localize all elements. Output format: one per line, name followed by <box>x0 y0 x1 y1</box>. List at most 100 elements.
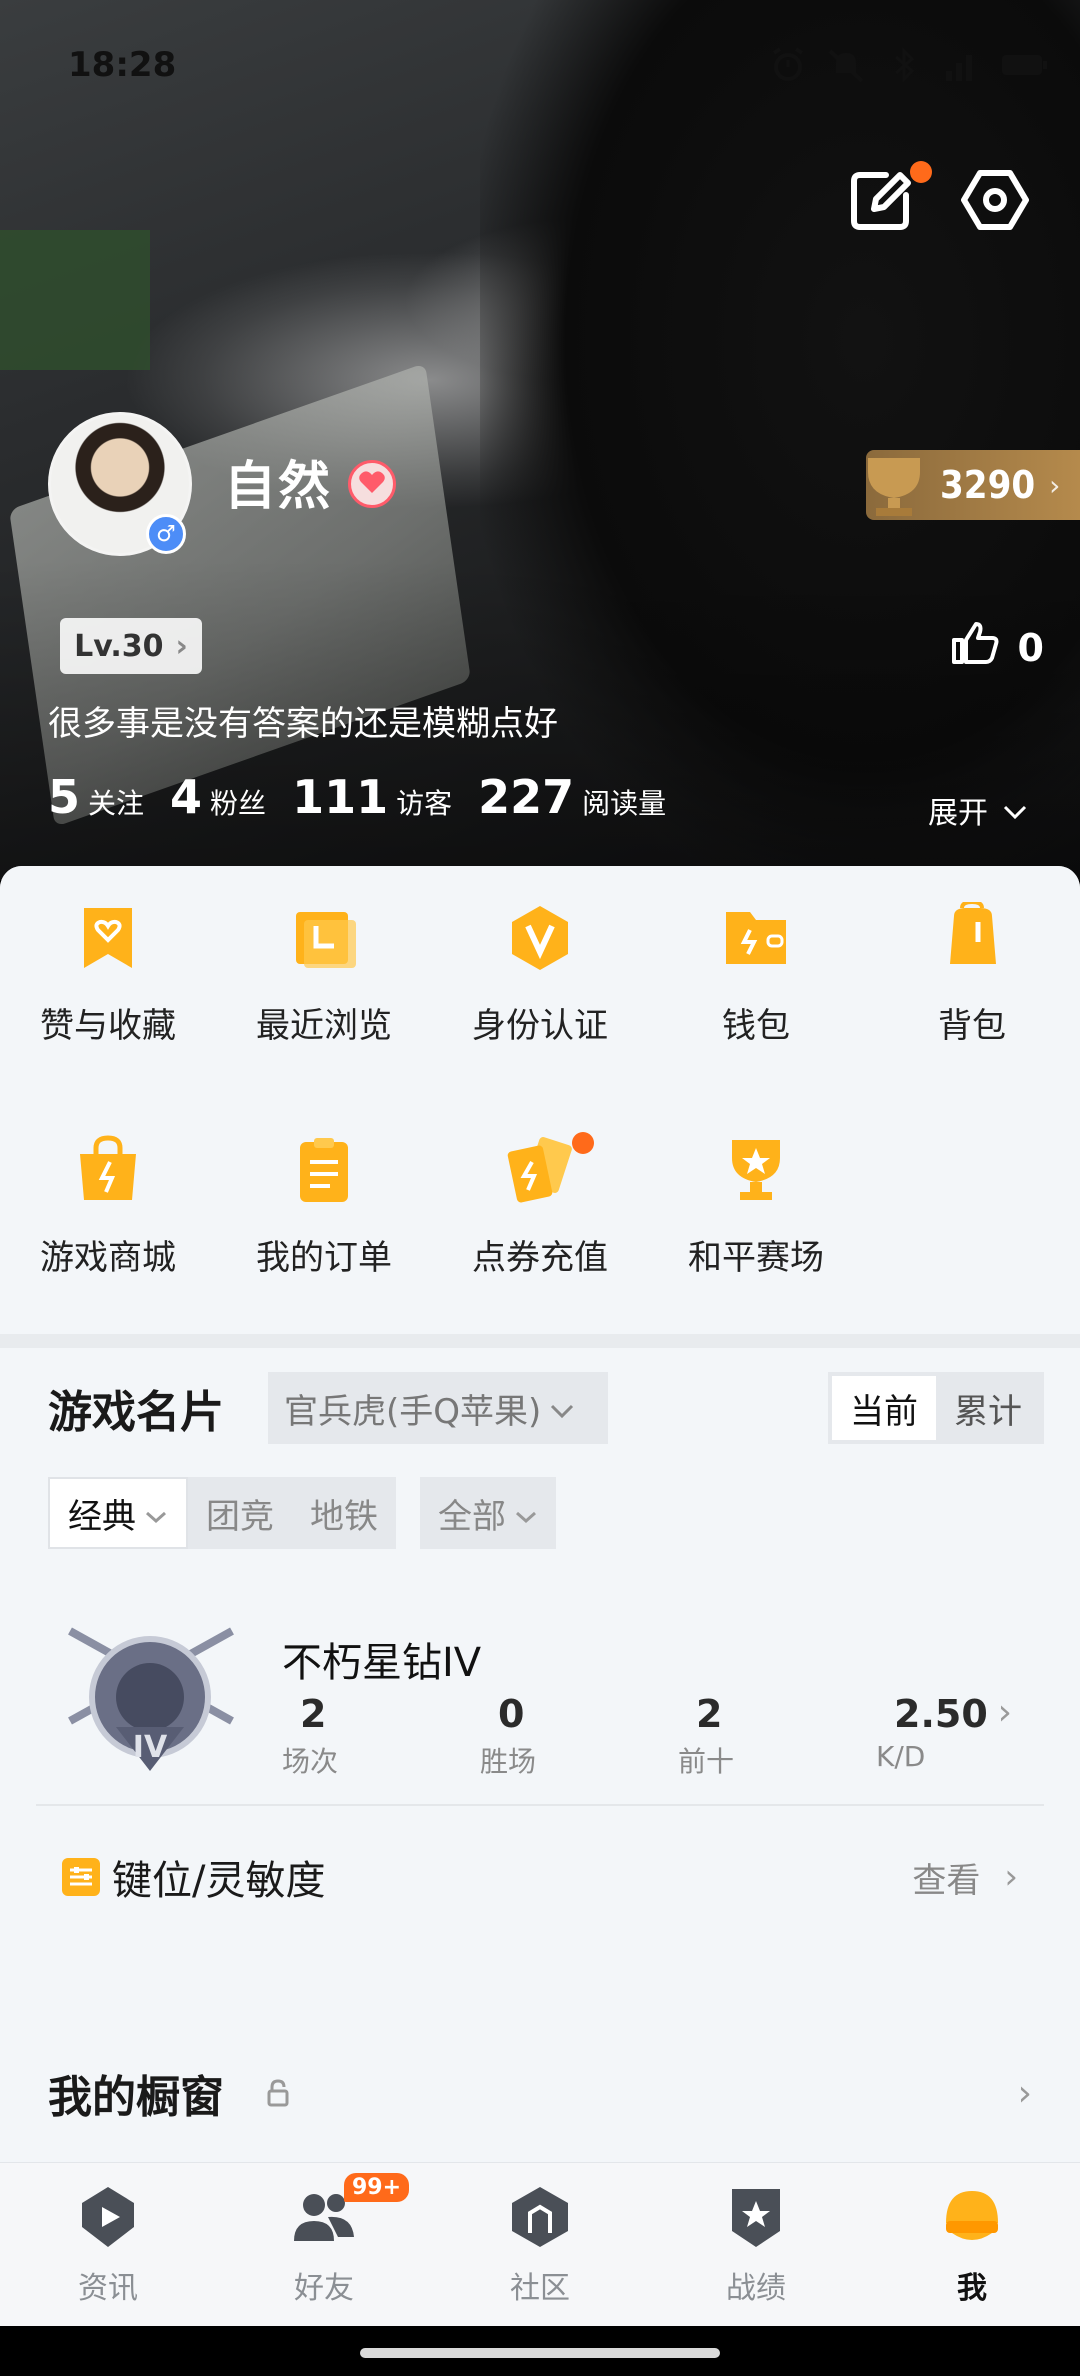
bio-text: 很多事是没有答案的还是模糊点好 <box>48 704 558 744</box>
alarm-icon <box>768 47 808 83</box>
heart-badge[interactable] <box>348 460 396 508</box>
heart-icon <box>358 469 386 499</box>
chevron-right-icon: › <box>1017 2072 1032 2114</box>
settings-hexagon-icon <box>960 170 1030 239</box>
bookmark-heart-icon <box>72 902 144 974</box>
rank-stat-top10: 2 前十 <box>678 1692 735 1778</box>
edit-notification-dot <box>910 161 932 183</box>
menu-likes-favorites[interactable]: 赞与收藏 <box>0 902 216 1134</box>
nickname: 自然 <box>224 457 333 517</box>
filter-team[interactable]: 团竞 <box>188 1477 292 1549</box>
menu-recent-views[interactable]: 最近浏览 <box>216 902 432 1134</box>
chevron-right-icon: › <box>1004 1857 1018 1897</box>
home-indicator[interactable] <box>360 2348 720 2358</box>
rank-name: 不朽星钻IV <box>282 1640 482 1686</box>
shopping-bag-icon <box>72 1134 144 1206</box>
nav-record[interactable]: 战绩 <box>648 2163 864 2326</box>
recharge-notification-dot <box>572 1132 594 1154</box>
toggle-cumulative[interactable]: 累计 <box>936 1376 1040 1440</box>
nav-news[interactable]: 资讯 <box>0 2163 216 2326</box>
filter-metro[interactable]: 地铁 <box>292 1477 396 1549</box>
trophy-score: 3290 <box>940 463 1036 507</box>
my-showcase-row[interactable]: 我的橱窗 › <box>0 2024 1080 2162</box>
background-green-panel <box>0 230 150 370</box>
stat-reads[interactable]: 227 阅读量 <box>478 770 666 824</box>
game-card-title: 游戏名片 <box>48 1387 224 1438</box>
status-bar: 18:28 <box>68 40 1047 90</box>
stat-following[interactable]: 5 关注 <box>48 770 144 824</box>
status-time: 18:28 <box>68 45 177 85</box>
keybind-view-link[interactable]: 查看 <box>912 1853 980 1902</box>
menu-peace-arena[interactable]: 和平赛场 <box>648 1134 864 1366</box>
filter-classic[interactable]: 经典 <box>48 1477 188 1549</box>
community-icon <box>506 2183 574 2251</box>
chevron-right-icon: › <box>997 1692 1012 1733</box>
verified-v-icon <box>504 902 576 974</box>
rank-stat-matches: 2 场次 <box>282 1692 339 1778</box>
filter-scope-all[interactable]: 全部 <box>420 1477 556 1549</box>
svg-text:IV: IV <box>133 1730 168 1765</box>
level-chip[interactable]: Lv.30 › <box>60 618 202 674</box>
recent-folder-icon <box>288 902 360 974</box>
backpack-icon <box>936 899 1008 974</box>
like-count: 0 <box>1017 625 1044 670</box>
friends-badge: 99+ <box>344 2173 410 2202</box>
trophy-icon <box>854 450 934 520</box>
lock-icon <box>266 2079 290 2107</box>
rank-crown-badge-icon: IV <box>56 1611 244 1799</box>
keybind-sliders-icon <box>62 1858 100 1896</box>
chevron-down-icon <box>144 1493 168 1533</box>
rank-stat-wins: 0 胜场 <box>480 1692 537 1778</box>
news-play-icon <box>74 2183 142 2251</box>
main-content: 赞与收藏 最近浏览 身份认证 钱包 背包 游戏商城 我的订单 点券充值 和平赛场… <box>0 866 1080 2162</box>
stat-visitors[interactable]: 111 访客 <box>292 770 452 824</box>
mute-icon <box>826 47 866 83</box>
server-dropdown[interactable]: 官兵虎(手Q苹果) <box>268 1372 608 1444</box>
voucher-cards-icon <box>504 1134 576 1206</box>
settings-button[interactable] <box>960 165 1030 235</box>
feature-grid: 赞与收藏 最近浏览 身份认证 钱包 背包 游戏商城 我的订单 点券充值 和平赛场 <box>0 866 1080 1334</box>
bluetooth-icon <box>884 47 924 83</box>
toggle-current[interactable]: 当前 <box>832 1376 936 1440</box>
rank-stat-kd: 2.50 K/D <box>876 1692 988 1773</box>
like-button[interactable]: 0 <box>950 620 1044 675</box>
game-card-section: 游戏名片 官兵虎(手Q苹果) 当前 累计 经典 团竞 地铁 全部 IV 不朽星钻… <box>0 1348 1080 1948</box>
profile-stats: 5 关注 4 粉丝 111 访客 227 阅读量 <box>48 770 692 824</box>
bottom-navigation: 资讯 99+ 好友 社区 战绩 我 <box>0 2162 1080 2326</box>
menu-backpack[interactable]: 背包 <box>864 899 1080 1134</box>
clipboard-icon <box>288 1134 360 1206</box>
level-text: Lv.30 <box>74 628 164 664</box>
menu-my-orders[interactable]: 我的订单 <box>216 1134 432 1366</box>
battery-icon <box>1000 47 1047 83</box>
showcase-title: 我的橱窗 <box>48 2072 224 2123</box>
period-toggle: 当前 累计 <box>828 1372 1044 1444</box>
chevron-down-icon <box>514 1493 538 1533</box>
chevron-right-icon: › <box>1049 468 1061 502</box>
menu-voucher-recharge[interactable]: 点券充值 <box>432 1132 648 1366</box>
menu-game-store[interactable]: 游戏商城 <box>0 1134 216 1366</box>
edit-icon <box>846 172 916 239</box>
rank-summary-row[interactable]: IV 不朽星钻IV 2 场次 0 胜场 2 前十 2.50 K/D › <box>36 1606 1044 1806</box>
me-helmet-icon <box>938 2183 1006 2251</box>
wallet-icon <box>720 902 792 974</box>
chevron-right-icon: › <box>175 628 188 664</box>
menu-wallet[interactable]: 钱包 <box>648 902 864 1134</box>
record-badge-icon <box>722 2183 790 2251</box>
stat-followers[interactable]: 4 粉丝 <box>170 770 266 824</box>
keybind-label: 键位/灵敏度 <box>112 1858 326 1904</box>
nav-friends[interactable]: 99+ 好友 <box>216 2163 432 2326</box>
trophy-score-button[interactable]: 3290 › <box>866 450 1080 520</box>
thumbs-up-icon <box>950 620 1000 675</box>
nav-community[interactable]: 社区 <box>432 2163 648 2326</box>
signal-icon <box>942 47 982 83</box>
menu-identity-verification[interactable]: 身份认证 <box>432 902 648 1134</box>
expand-button[interactable]: 展开 <box>928 788 1028 832</box>
nav-me[interactable]: 我 <box>864 2163 1080 2326</box>
trophy-star-icon <box>720 1134 792 1206</box>
chevron-down-icon <box>1002 793 1028 828</box>
gender-male-badge: ♂ <box>146 514 186 554</box>
chevron-down-icon <box>549 1388 575 1428</box>
keybind-sensitivity-row[interactable]: 键位/灵敏度 查看 › <box>36 1806 1044 1948</box>
mode-filters: 经典 团竞 地铁 全部 <box>48 1468 1044 1558</box>
edit-profile-button[interactable] <box>846 161 932 235</box>
